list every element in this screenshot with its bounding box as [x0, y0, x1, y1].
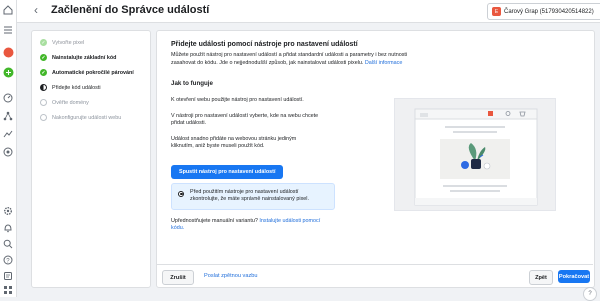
check-icon: ✓ — [40, 39, 47, 46]
illustration-svg — [414, 108, 538, 206]
launch-event-setup-tool-button[interactable]: Spustit nástroj pro nastavení událostí — [171, 164, 284, 179]
account-avatar-icon[interactable] — [2, 46, 14, 58]
top-bar: ‹ Začlenění do Správce událostí E Čarový… — [17, 0, 600, 23]
manual-question: Upřednostňujete manuální variantu? — [171, 217, 258, 224]
menu-icon[interactable] — [2, 24, 14, 36]
intro-text: Můžete použít nástroj pro nastavení udál… — [171, 52, 413, 67]
steps-panel: ✓ Vytvořte pixel ✓ Nainstalujte základní… — [31, 30, 151, 288]
audience-icon[interactable] — [2, 146, 14, 158]
left-nav-rail: ? — [0, 0, 17, 297]
grid-icon[interactable] — [2, 284, 14, 296]
help-bubble-icon[interactable]: ? — [583, 287, 597, 301]
account-badge: E — [492, 7, 501, 16]
main-panel: Přidejte události pomocí nástroje pro na… — [156, 30, 595, 288]
step-label: Automatické pokročilé párování — [52, 69, 134, 76]
create-icon[interactable] — [2, 66, 14, 78]
page-title: Začlenění do Správce událostí — [51, 4, 210, 16]
share-icon[interactable] — [2, 110, 14, 122]
manual-option-text: Upřednostňujete manuální variantu? Insta… — [171, 218, 321, 233]
how-step-1: K otevření webu použijte nástroj pro nas… — [171, 97, 304, 103]
radio-icon[interactable] — [178, 190, 184, 197]
in-progress-icon — [40, 84, 47, 91]
back-button[interactable]: Zpět — [529, 270, 553, 285]
search-icon[interactable] — [2, 238, 14, 250]
learn-more-link[interactable]: Další informace — [365, 60, 402, 66]
settings-gear-icon[interactable] — [2, 205, 14, 217]
step-configure-web-events[interactable]: Nakonfigurujte události webu — [40, 114, 121, 121]
cancel-button[interactable]: Zrušit — [162, 270, 194, 285]
help-icon[interactable]: ? — [2, 254, 14, 266]
home-icon[interactable] — [2, 4, 14, 16]
section-heading: Přidejte události pomocí nástroje pro na… — [171, 41, 358, 48]
check-icon: ✓ — [40, 69, 47, 76]
check-icon: ✓ — [40, 54, 47, 61]
report-icon[interactable] — [2, 270, 14, 282]
step-label: Přidejte kód události — [52, 84, 101, 91]
back-arrow-icon[interactable]: ‹ — [34, 3, 38, 17]
pixel-check-note: Před použitím nástroje pro nastavení udá… — [171, 182, 335, 210]
step-verify-domains[interactable]: Ověřte domény — [40, 99, 89, 106]
step-label: Vytvořte pixel — [52, 39, 85, 46]
step-add-event-code[interactable]: Přidejte kód události — [40, 84, 101, 91]
browser-illustration — [394, 98, 556, 211]
pending-circle-icon — [40, 114, 47, 121]
step-create-pixel[interactable]: ✓ Vytvořte pixel — [40, 39, 84, 46]
step-label: Ověřte domény — [52, 99, 89, 106]
step-label: Nakonfigurujte události webu — [52, 114, 122, 121]
how-step-3: Událost snadno přidáte na webovou stránk… — [171, 135, 297, 150]
account-selector[interactable]: E Čarový Grap (517930420514822) ▾ — [487, 3, 600, 20]
content-column: Přidejte události pomocí nástroje pro na… — [171, 41, 413, 233]
footer-bar: Zrušit Poslat zpětnou vazbu Zpět Pokračo… — [156, 264, 593, 287]
dashboard-icon[interactable] — [2, 92, 14, 104]
how-step-2: V nástroji pro nastavení událostí vybert… — [171, 112, 319, 127]
step-install-base-code[interactable]: ✓ Nainstalujte základní kód — [40, 54, 116, 61]
step-label: Nainstalujte základní kód — [52, 54, 117, 61]
note-text: Před použitím nástroje pro nastavení udá… — [190, 188, 309, 203]
how-it-works-heading: Jak to funguje — [171, 80, 213, 87]
pending-circle-icon — [40, 99, 47, 106]
continue-button[interactable]: Pokračovat — [558, 270, 590, 283]
send-feedback-link[interactable]: Poslat zpětnou vazbu — [204, 273, 258, 279]
step-advanced-matching[interactable]: ✓ Automatické pokročilé párování — [40, 69, 134, 76]
ads-manager-icon[interactable] — [2, 128, 14, 140]
account-label: Čarový Grap (517930420514822) — [504, 8, 594, 15]
notifications-icon[interactable] — [2, 222, 14, 234]
